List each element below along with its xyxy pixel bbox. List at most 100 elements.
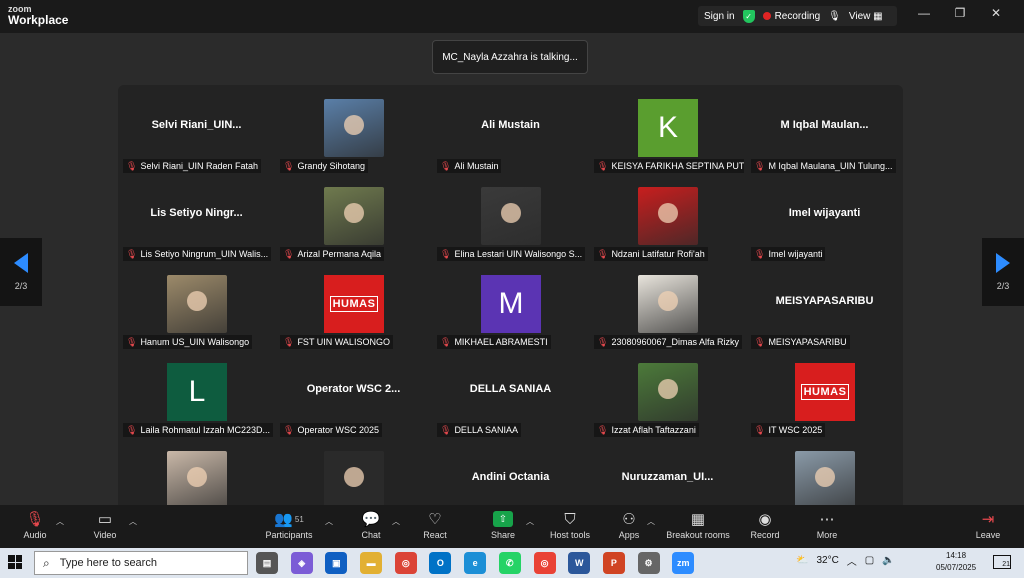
title-bar: zoom Workplace Sign in ✓ Recording 🎙 Vie… bbox=[0, 0, 1024, 33]
participant-name-label: 🎙 Izzat Aflah Taftazzani bbox=[594, 423, 699, 437]
gallery-grid: Selvi Riani_UIN... 🎙 Selvi Riani_UIN Raden… bbox=[118, 85, 903, 526]
participant-tile[interactable]: Operator WSC 2... 🎙 Operator WSC 2025 bbox=[276, 349, 431, 437]
more-button[interactable]: ⋯ More bbox=[792, 508, 862, 540]
chat-options-caret-icon[interactable]: ︿ bbox=[392, 516, 400, 527]
participants-options-caret-icon[interactable]: ︿ bbox=[325, 516, 333, 527]
participant-name-label: 🎙 Imel wijayanti bbox=[751, 247, 826, 261]
powerpoint-icon[interactable]: P bbox=[602, 552, 625, 574]
weather-icon[interactable]: ⛅ bbox=[796, 555, 808, 566]
video-label: Video bbox=[93, 530, 117, 540]
participant-tile[interactable]: M 🎙 MIKHAEL ABRAMESTI bbox=[433, 261, 588, 349]
participant-photo bbox=[324, 187, 384, 245]
participant-name-label: 🎙 Arizal Permana Aqila bbox=[280, 247, 384, 261]
participants-button[interactable]: 👥 51 Participants bbox=[254, 508, 324, 540]
taskbar-apps: ▤ ◈ ▣ ▬ ◎ O e ✆ ◎ W P ⚙ zm bbox=[256, 552, 707, 574]
participant-tile[interactable]: 🎙 Arizal Permana Aqila bbox=[276, 173, 431, 261]
microphone-icon[interactable]: 🎙 bbox=[828, 11, 841, 22]
participant-tile[interactable]: Ali Mustain 🎙 Ali Mustain bbox=[433, 85, 588, 173]
apps-options-caret-icon[interactable]: ︿ bbox=[647, 516, 655, 527]
participant-tile[interactable]: 🎙 23080960067_Dimas Alfa Rizky bbox=[590, 261, 745, 349]
windows-start-icon[interactable] bbox=[8, 555, 22, 569]
participant-name-text: Grandy Sihotang bbox=[297, 161, 365, 171]
heart-icon: ♡ bbox=[428, 511, 442, 528]
taskbar-clock[interactable]: 14:18 05/07/2025 bbox=[936, 550, 976, 574]
participant-tile[interactable]: 🎙 Grandy Sihotang bbox=[276, 85, 431, 173]
participant-tile[interactable]: Imel wijayanti 🎙 Imel wijayanti bbox=[747, 173, 902, 261]
file-explorer-icon[interactable]: ▬ bbox=[360, 552, 383, 574]
word-icon[interactable]: W bbox=[568, 552, 591, 574]
react-button[interactable]: ♡ React bbox=[400, 508, 470, 540]
recording-indicator[interactable]: Recording bbox=[762, 10, 821, 22]
mic-muted-icon: 🎙 bbox=[754, 160, 766, 171]
participant-name-label: 🎙 KEISYA FARIKHA SEPTINA PUT... bbox=[594, 159, 744, 173]
participant-name-label: 🎙 Ali Mustain bbox=[437, 159, 502, 173]
participant-name-text: Ndzani Latifatur Rofi'ah bbox=[611, 249, 705, 259]
chrome-profile-icon[interactable]: ◎ bbox=[533, 552, 556, 574]
participant-name-label: 🎙 Hanum US_UIN Walisongo bbox=[123, 335, 253, 349]
leave-button[interactable]: ⇥ Leave bbox=[953, 508, 1023, 540]
participant-name-text: DELLA SANIAA bbox=[454, 425, 518, 435]
audio-options-caret-icon[interactable]: ︿ bbox=[56, 516, 64, 527]
breakout-rooms-button[interactable]: ▦ Breakout rooms bbox=[660, 508, 736, 540]
participant-name-label: 🎙 Operator WSC 2025 bbox=[280, 423, 382, 437]
participant-name-text: Selvi Riani_UIN Raden Fatah bbox=[140, 161, 258, 171]
participant-display-name: DELLA SANIAA bbox=[469, 383, 552, 395]
host-tools-label: Host tools bbox=[549, 530, 591, 540]
prev-page-button[interactable]: 2/3 bbox=[0, 238, 42, 306]
participant-tile[interactable]: HUMAS 🎙 FST UIN WALISONGO bbox=[276, 261, 431, 349]
speaker-icon[interactable]: 🔈 bbox=[882, 555, 894, 566]
participant-tile[interactable]: Lis Setiyo Ningr... 🎙 Lis Setiyo Ningrum_U… bbox=[119, 173, 274, 261]
task-view-icon[interactable]: ▤ bbox=[256, 552, 278, 574]
taskbar-search-input[interactable]: ⌕ Type here to search bbox=[34, 551, 248, 575]
copilot-icon[interactable]: ◈ bbox=[290, 552, 313, 574]
settings-gear-icon[interactable]: ⚙ bbox=[637, 552, 660, 574]
weather-temp[interactable]: 32°C bbox=[816, 555, 838, 566]
participant-display-name: Selvi Riani_UIN... bbox=[151, 119, 242, 131]
minimize-button[interactable]: — bbox=[906, 6, 942, 20]
participant-name-label: 🎙 Selvi Riani_UIN Raden Fatah bbox=[123, 159, 261, 173]
chevron-up-icon[interactable]: ︿ bbox=[847, 553, 857, 568]
talking-toast: MC_Nayla Azzahra is talking... bbox=[432, 40, 588, 74]
sign-in-button[interactable]: Sign in bbox=[704, 11, 735, 22]
mic-muted-icon: 🎙 bbox=[126, 424, 138, 435]
store-icon[interactable]: ▣ bbox=[325, 552, 348, 574]
participant-tile[interactable]: HUMAS 🎙 IT WSC 2025 bbox=[747, 349, 902, 437]
participant-tile[interactable]: 🎙 Ndzani Latifatur Rofi'ah bbox=[590, 173, 745, 261]
edge-icon[interactable]: e bbox=[464, 552, 487, 574]
whatsapp-icon[interactable]: ✆ bbox=[498, 552, 521, 574]
chrome-icon[interactable]: ◎ bbox=[394, 552, 417, 574]
participant-display-name: Imel wijayanti bbox=[788, 207, 861, 219]
video-options-caret-icon[interactable]: ︿ bbox=[129, 516, 137, 527]
network-icon[interactable]: ▢ bbox=[865, 555, 874, 566]
zoom-app-icon[interactable]: zm bbox=[672, 552, 695, 574]
shield-check-icon[interactable]: ✓ bbox=[742, 9, 755, 23]
participant-tile[interactable]: DELLA SANIAA 🎙 DELLA SANIAA bbox=[433, 349, 588, 437]
participant-tile[interactable]: MEISYAPASARIBU 🎙 MEISYAPASARIBU bbox=[747, 261, 902, 349]
participant-name-label: 🎙 Grandy Sihotang bbox=[280, 159, 368, 173]
recording-label: Recording bbox=[774, 10, 821, 22]
participant-name-text: Laila Rohmatul Izzah MC223D... bbox=[140, 425, 270, 435]
participant-tile[interactable]: 🎙 Elina Lestari UIN Walisongo S... bbox=[433, 173, 588, 261]
participant-tile[interactable]: K 🎙 KEISYA FARIKHA SEPTINA PUT... bbox=[590, 85, 745, 173]
outlook-icon[interactable]: O bbox=[429, 552, 452, 574]
close-button[interactable]: ✕ bbox=[978, 6, 1014, 20]
next-page-button[interactable]: 2/3 bbox=[982, 238, 1024, 306]
view-button[interactable]: View ▦ bbox=[849, 11, 883, 22]
participant-tile[interactable]: L 🎙 Laila Rohmatul Izzah MC223D... bbox=[119, 349, 274, 437]
participant-display-name: MEISYAPASARIBU bbox=[775, 295, 874, 307]
restore-button[interactable]: ❐ bbox=[942, 6, 978, 20]
participant-name-label: 🎙 Laila Rohmatul Izzah MC223D... bbox=[123, 423, 273, 437]
participant-name-text: Hanum US_UIN Walisongo bbox=[140, 337, 250, 347]
participant-name-label: 🎙 Lis Setiyo Ningrum_UIN Walis... bbox=[123, 247, 272, 261]
record-button[interactable]: ◉ Record bbox=[730, 508, 800, 540]
mic-muted-icon: 🎙 bbox=[283, 336, 295, 347]
participant-tile[interactable]: Selvi Riani_UIN... 🎙 Selvi Riani_UIN Raden… bbox=[119, 85, 274, 173]
participant-tile[interactable]: 🎙 Izzat Aflah Taftazzani bbox=[590, 349, 745, 437]
participant-name-label: 🎙 MIKHAEL ABRAMESTI bbox=[437, 335, 551, 349]
notifications-icon[interactable]: 21 bbox=[993, 555, 1011, 569]
search-placeholder: Type here to search bbox=[59, 557, 157, 569]
participant-tile[interactable]: M Iqbal Maulan... 🎙 M Iqbal Maulana_UIN Tu… bbox=[747, 85, 902, 173]
participant-photo bbox=[481, 187, 541, 245]
participant-tile[interactable]: 🎙 Hanum US_UIN Walisongo bbox=[119, 261, 274, 349]
share-options-caret-icon[interactable]: ︿ bbox=[526, 516, 534, 527]
